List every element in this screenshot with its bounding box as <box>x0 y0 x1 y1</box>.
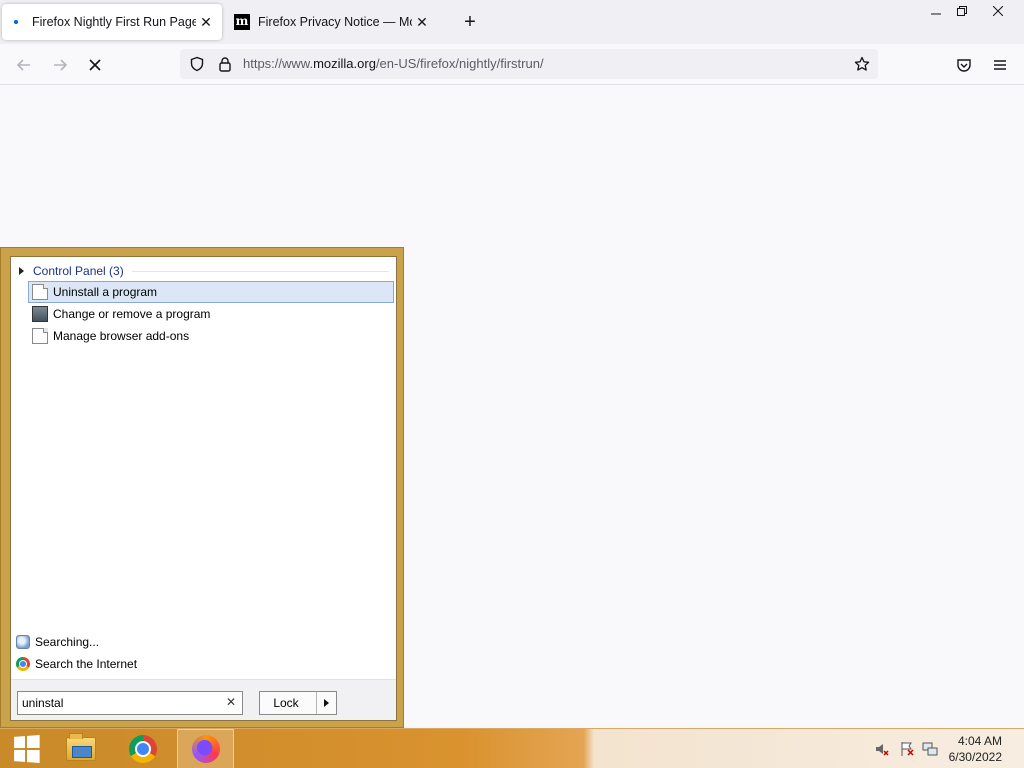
minimize-icon <box>931 13 941 15</box>
chrome-icon <box>16 657 30 671</box>
result-uninstall-a-program[interactable]: Uninstall a program <box>28 281 394 303</box>
tab-close-button[interactable]: ✕ <box>412 12 432 32</box>
document-icon <box>32 328 48 344</box>
taskbar-firefox-nightly[interactable] <box>177 729 234 768</box>
chrome-icon <box>129 735 157 763</box>
back-button[interactable] <box>10 52 38 78</box>
tracking-protection-shield-icon[interactable] <box>188 55 206 73</box>
start-search-input[interactable] <box>18 692 213 714</box>
windows-logo-icon <box>14 735 40 763</box>
result-label: Manage browser add-ons <box>53 329 190 343</box>
result-label: Change or remove a program <box>53 307 211 321</box>
url-text[interactable]: https://www.mozilla.org/en-US/firefox/ni… <box>243 56 544 71</box>
tab-title: Firefox Privacy Notice — Mozilla <box>258 15 412 29</box>
firefox-nightly-icon <box>191 735 220 763</box>
group-divider <box>131 270 389 272</box>
tab-firefox-privacy-notice[interactable]: m Firefox Privacy Notice — Mozilla ✕ <box>228 4 442 40</box>
result-group-header[interactable]: Control Panel (3) <box>19 263 389 279</box>
close-window-button[interactable] <box>980 0 1016 22</box>
search-the-internet-link[interactable]: Search the Internet <box>16 654 137 674</box>
start-search-area: ✕ Lock <box>11 679 396 720</box>
navigation-toolbar: https://www.mozilla.org/en-US/firefox/ni… <box>0 44 1024 85</box>
restore-icon <box>957 6 967 16</box>
bookmark-star-icon[interactable] <box>853 55 871 73</box>
tab-strip: Firefox Nightly First Run Page ✕ m Firef… <box>0 0 1024 44</box>
pocket-button[interactable] <box>950 52 978 78</box>
search-internet-label: Search the Internet <box>35 657 138 671</box>
file-explorer-icon <box>66 733 96 761</box>
start-menu: Control Panel (3) Uninstall a program Ch… <box>0 247 404 728</box>
clock-time: 4:04 AM <box>957 734 1002 748</box>
action-center-flag-icon[interactable] <box>899 741 915 757</box>
tab-firefox-nightly-first-run[interactable]: Firefox Nightly First Run Page ✕ <box>2 4 222 40</box>
loading-dot-icon <box>8 14 24 30</box>
clear-search-icon[interactable]: ✕ <box>226 695 236 709</box>
taskbar-chrome[interactable] <box>117 729 169 768</box>
document-icon <box>32 284 48 300</box>
power-button-label: Lock <box>273 696 299 710</box>
close-icon <box>993 6 1003 16</box>
app-menu-button[interactable] <box>986 52 1014 78</box>
new-tab-button[interactable]: + <box>458 10 482 34</box>
volume-muted-icon[interactable] <box>874 741 890 757</box>
tab-close-button[interactable]: ✕ <box>196 12 216 32</box>
url-scheme: https://www. <box>243 56 314 71</box>
hamburger-menu-icon <box>994 60 1006 70</box>
start-menu-results-pane: Control Panel (3) Uninstall a program Ch… <box>10 256 397 721</box>
searching-status: Searching... <box>16 632 99 652</box>
searching-label: Searching... <box>35 635 100 649</box>
start-search-box[interactable]: ✕ <box>17 691 243 715</box>
stop-loading-button[interactable] <box>81 52 109 78</box>
result-change-or-remove-a-program[interactable]: Change or remove a program <box>28 303 394 325</box>
clock-date: 6/30/2022 <box>948 750 1002 764</box>
system-clock[interactable]: 4:04 AM 6/30/2022 <box>922 733 1002 765</box>
url-host: mozilla.org <box>313 56 376 71</box>
expand-triangle-icon <box>19 267 24 275</box>
taskbar-file-explorer[interactable] <box>55 729 107 768</box>
group-title: Control Panel (3) <box>33 264 124 278</box>
result-manage-browser-add-ons[interactable]: Manage browser add-ons <box>28 325 394 347</box>
restore-button[interactable] <box>944 0 980 22</box>
url-path: /en-US/firefox/nightly/firstrun/ <box>375 56 544 71</box>
power-button[interactable]: Lock <box>259 691 337 715</box>
start-button[interactable] <box>0 729 52 768</box>
taskbar: 4:04 AM 6/30/2022 <box>0 728 1024 768</box>
program-icon <box>32 306 48 322</box>
result-label: Uninstall a program <box>53 285 158 299</box>
arrow-right-icon <box>54 59 68 71</box>
tab-title: Firefox Nightly First Run Page <box>32 15 196 29</box>
power-options-arrow-icon[interactable] <box>316 692 336 714</box>
lock-icon[interactable] <box>216 55 234 73</box>
stop-x-icon <box>89 59 101 71</box>
search-status-icon <box>16 635 30 649</box>
arrow-left-icon <box>16 59 30 71</box>
mozilla-m-icon: m <box>234 14 250 30</box>
pocket-icon <box>957 59 971 72</box>
url-bar[interactable]: https://www.mozilla.org/en-US/firefox/ni… <box>180 49 878 79</box>
forward-button[interactable] <box>46 52 74 78</box>
